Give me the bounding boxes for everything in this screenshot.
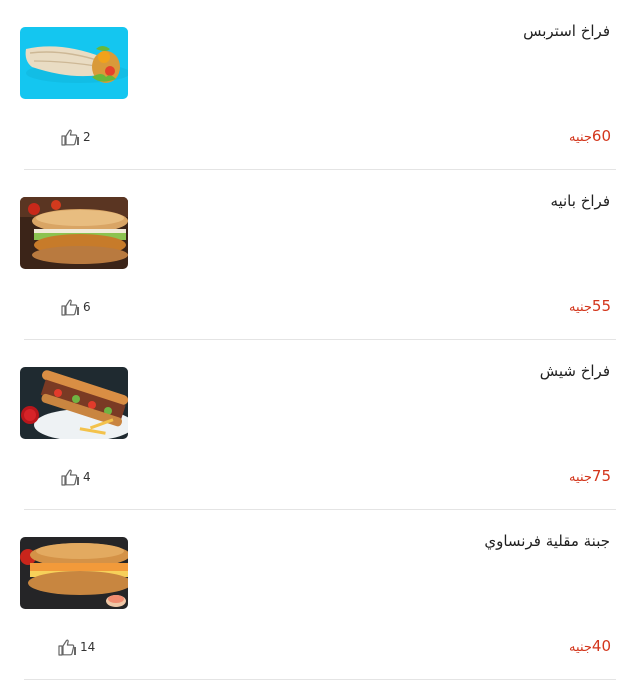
price-amount: 55 <box>591 297 611 315</box>
item-name[interactable]: جبنة مقلية فرنساوي <box>484 532 610 550</box>
price-currency: جنيه <box>569 130 592 145</box>
thumbs-up-icon <box>60 298 80 316</box>
like-button[interactable]: 4 <box>60 468 91 486</box>
like-count: 2 <box>83 130 91 144</box>
item-name[interactable]: فراخ بانيه <box>550 192 610 210</box>
like-count: 4 <box>83 470 91 484</box>
like-button[interactable]: 6 <box>60 298 91 316</box>
item-price: 75جنيه <box>569 467 611 485</box>
like-button[interactable]: 14 <box>57 638 95 656</box>
like-count: 14 <box>80 640 96 654</box>
like-count: 6 <box>83 300 91 314</box>
like-button[interactable]: 2 <box>60 128 91 146</box>
menu-list: فراخ استربس 60جنيه 2 فراخ بانيه 55جنيه 6… <box>0 0 628 680</box>
thumbs-up-icon <box>60 468 80 486</box>
wrap-sandwich-image[interactable] <box>20 27 128 99</box>
item-price: 40جنيه <box>569 637 611 655</box>
menu-item[interactable]: فراخ بانيه 55جنيه 6 <box>0 170 628 340</box>
thumbs-up-icon <box>57 638 77 656</box>
item-price: 60جنيه <box>569 127 611 145</box>
price-currency: جنيه <box>569 470 592 485</box>
menu-item[interactable]: جبنة مقلية فرنساوي 40جنيه 14 <box>0 510 628 680</box>
price-amount: 75 <box>591 467 611 485</box>
price-amount: 60 <box>591 127 611 145</box>
cheese-sandwich-image[interactable] <box>20 537 128 609</box>
thumbs-up-icon <box>60 128 80 146</box>
shish-sandwich-image[interactable] <box>20 367 128 439</box>
price-amount: 40 <box>591 637 611 655</box>
menu-item[interactable]: فراخ شيش 75جنيه 4 <box>0 340 628 510</box>
panne-sandwich-image[interactable] <box>20 197 128 269</box>
price-currency: جنيه <box>569 300 592 315</box>
item-name[interactable]: فراخ شيش <box>540 362 610 380</box>
item-name[interactable]: فراخ استربس <box>523 22 610 40</box>
price-currency: جنيه <box>569 640 592 655</box>
item-price: 55جنيه <box>569 297 611 315</box>
menu-item[interactable]: فراخ استربس 60جنيه 2 <box>0 0 628 170</box>
